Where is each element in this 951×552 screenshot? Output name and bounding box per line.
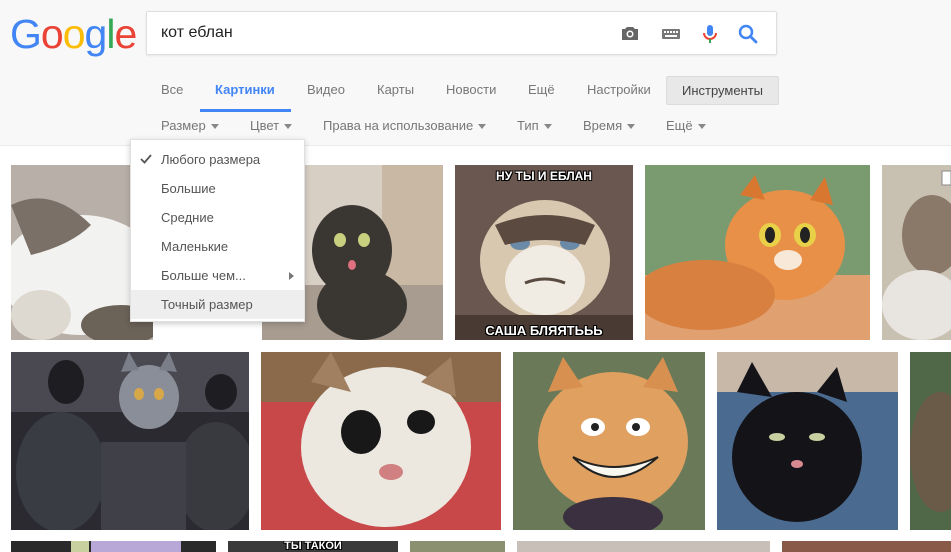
image-caption: ТЫ ТАКОЙ xyxy=(284,541,342,552)
menu-item-label: Точный размер xyxy=(161,297,253,312)
image-result[interactable] xyxy=(11,352,249,530)
logo-letter: o xyxy=(40,11,64,57)
image-result[interactable] xyxy=(882,165,951,340)
logo-letter: o xyxy=(62,11,86,57)
microphone-icon[interactable] xyxy=(698,22,722,46)
size-option-larger-than[interactable]: Больше чем... xyxy=(131,261,304,290)
search-box xyxy=(146,11,777,55)
size-option-any[interactable]: Любого размера xyxy=(131,145,304,174)
image-result[interactable] xyxy=(513,352,705,530)
filter-label: Ещё xyxy=(666,118,693,133)
tab-video[interactable]: Видео xyxy=(307,82,345,97)
tab-settings[interactable]: Настройки xyxy=(587,82,651,97)
filter-more[interactable]: Ещё xyxy=(666,118,706,133)
image-result[interactable]: ТЫ ТАКОЙ xyxy=(228,541,398,552)
filter-color[interactable]: Цвет xyxy=(250,118,293,133)
header: Google Все Картинки Видео Карты Новости … xyxy=(0,0,951,146)
chevron-right-icon xyxy=(289,272,294,280)
chevron-down-icon xyxy=(627,124,636,130)
image-result[interactable] xyxy=(11,541,216,552)
chevron-down-icon xyxy=(697,124,706,130)
logo-letter: g xyxy=(84,11,108,57)
chevron-down-icon xyxy=(210,124,219,130)
image-result[interactable] xyxy=(645,165,870,340)
tab-more[interactable]: Ещё xyxy=(528,82,555,97)
image-result[interactable] xyxy=(717,352,898,530)
filter-label: Тип xyxy=(517,118,539,133)
logo-letter: G xyxy=(10,11,42,57)
filter-label: Время xyxy=(583,118,623,133)
image-result[interactable] xyxy=(517,541,770,552)
filter-label: Цвет xyxy=(250,118,280,133)
search-input[interactable] xyxy=(161,22,601,44)
active-tab-indicator xyxy=(200,109,291,112)
filter-size[interactable]: Размер xyxy=(161,118,219,133)
tab-images[interactable]: Картинки xyxy=(215,82,275,97)
image-caption: САША БЛЯЯТЬЬЬ xyxy=(485,323,603,338)
tab-news[interactable]: Новости xyxy=(446,82,496,97)
checkmark-icon xyxy=(140,154,152,164)
size-option-large[interactable]: Большие xyxy=(131,174,304,203)
tools-button[interactable]: Инструменты xyxy=(666,76,779,105)
logo-letter: e xyxy=(114,11,137,57)
google-logo[interactable]: Google xyxy=(10,11,137,57)
menu-item-label: Маленькие xyxy=(161,239,229,254)
menu-item-label: Любого размера xyxy=(161,152,261,167)
size-option-medium[interactable]: Средние xyxy=(131,203,304,232)
chevron-down-icon xyxy=(478,124,487,130)
filter-usage-rights[interactable]: Права на использование xyxy=(323,118,487,133)
filter-label: Права на использование xyxy=(323,118,474,133)
size-option-exact[interactable]: Точный размер xyxy=(131,290,304,319)
tab-maps[interactable]: Карты xyxy=(377,82,414,97)
tab-all[interactable]: Все xyxy=(161,82,183,97)
image-result[interactable] xyxy=(910,352,951,530)
size-dropdown-menu: Любого размера Большие Средние Маленькие… xyxy=(130,139,305,322)
image-caption: НУ ТЫ И ЕБЛАН xyxy=(496,169,592,183)
image-result[interactable]: НУ ТЫ И ЕБЛАН САША БЛЯЯТЬЬЬ xyxy=(455,165,633,340)
keyboard-icon[interactable] xyxy=(659,22,683,46)
tab-bar: Все Картинки Видео Карты Новости Ещё Нас… xyxy=(0,72,951,112)
filter-bar: Размер Цвет Права на использование Тип В… xyxy=(0,118,951,138)
chevron-down-icon xyxy=(543,124,552,130)
menu-item-label: Большие xyxy=(161,181,216,196)
chevron-down-icon xyxy=(284,124,293,130)
image-result[interactable] xyxy=(261,352,501,530)
search-icon[interactable] xyxy=(736,22,760,46)
filter-label: Размер xyxy=(161,118,206,133)
filter-type[interactable]: Тип xyxy=(517,118,552,133)
camera-icon[interactable] xyxy=(618,22,642,46)
image-result[interactable] xyxy=(782,541,951,552)
size-option-small[interactable]: Маленькие xyxy=(131,232,304,261)
menu-item-label: Больше чем... xyxy=(161,268,246,283)
logo-letter: l xyxy=(106,11,115,57)
filter-time[interactable]: Время xyxy=(583,118,636,133)
image-result[interactable] xyxy=(410,541,505,552)
menu-item-label: Средние xyxy=(161,210,214,225)
